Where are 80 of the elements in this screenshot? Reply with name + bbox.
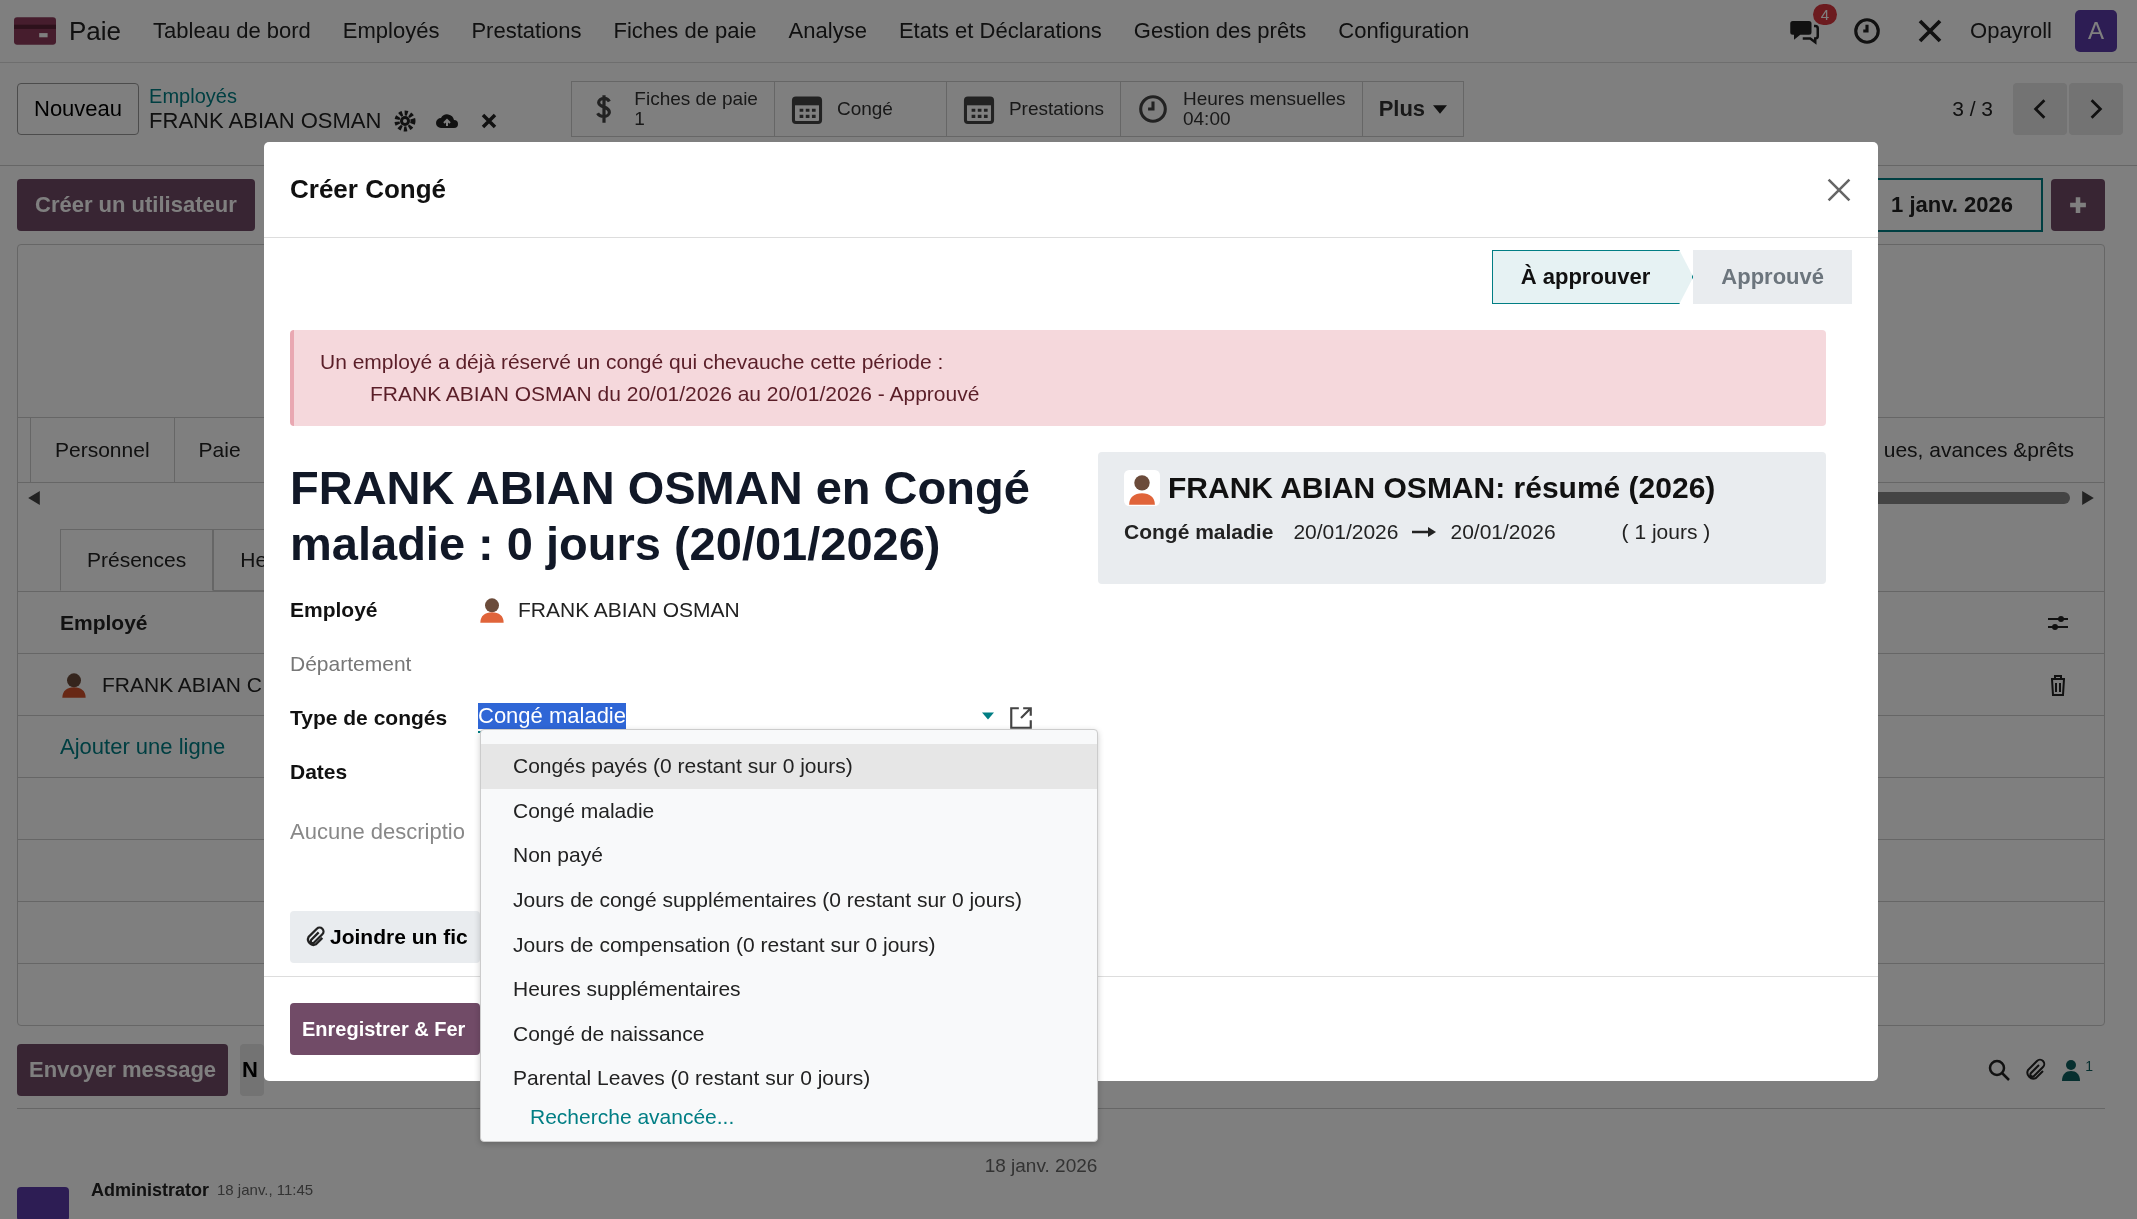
menu-item[interactable]: Gestion des prêts (1133, 18, 1307, 44)
next-button[interactable] (2069, 83, 2123, 135)
arrow-right-icon (1412, 526, 1437, 538)
dropdown-option[interactable]: Parental Leaves (0 restant sur 0 jours) (481, 1056, 1097, 1101)
notification-badge: 4 (1812, 4, 1838, 25)
add-button[interactable] (2051, 179, 2105, 231)
alert-message: Un employé a déjà réservé un congé qui chevauche cette période : (320, 350, 945, 374)
paperclip-icon[interactable] (2023, 1058, 2048, 1082)
leave-duration: ( 1 jours ) (1621, 520, 1711, 544)
follower-count: 1 (2085, 1058, 2093, 1074)
message-author: Administrator (91, 1179, 209, 1201)
sub-tab[interactable]: Présences (60, 529, 214, 591)
end-date: 20/01/2026 (1450, 520, 1556, 544)
menu-item[interactable]: Fiches de paie (613, 18, 757, 44)
clock-icon[interactable] (1852, 16, 1883, 46)
calendar-icon (790, 93, 823, 125)
chevron-right-icon (2089, 98, 2103, 120)
menu-item[interactable]: Prestations (471, 18, 582, 44)
field-label: Employé (290, 597, 379, 622)
record-name: FRANK ABIAN OSMAN (149, 107, 382, 134)
employee-value[interactable]: FRANK ABIAN OSMAN (518, 597, 740, 622)
dropdown-option[interactable]: Congé de naissance (481, 1011, 1097, 1057)
app-logo-icon[interactable] (14, 17, 56, 45)
dropdown-option[interactable]: Jours de congé supplémentaires (0 restant sur 0 jours) (481, 877, 1097, 923)
field-label: Type de congés (290, 705, 449, 730)
scroll-left-icon[interactable] (28, 491, 40, 505)
previous-button[interactable] (2013, 83, 2067, 135)
create-user-button[interactable]: Créer un utilisateur (17, 179, 255, 231)
tab[interactable]: Personnel (30, 418, 174, 482)
caret-icon (1433, 104, 1448, 114)
person-avatar-icon (60, 670, 88, 699)
calendar-icon (962, 93, 995, 125)
status-step[interactable]: Approuvé (1693, 250, 1852, 304)
pager-value: 3 / 3 (1952, 97, 1993, 121)
dropdown-option[interactable]: Jours de compensation (0 restant sur 0 jours) (481, 922, 1097, 967)
dropdown-option[interactable]: Heures supplémentaires (481, 966, 1097, 1012)
dropdown-option[interactable]: Congé maladie (481, 788, 1097, 834)
add-line-link[interactable]: Ajouter une ligne (60, 733, 226, 760)
menu-item[interactable]: Etats et Déclarations (898, 18, 1102, 44)
attach-file-button[interactable]: Joindre un fic (290, 910, 480, 963)
leave-type: Congé maladie (1124, 520, 1274, 544)
chevron-left-icon (2033, 98, 2047, 120)
field-label: Département (290, 651, 413, 676)
caret-icon (982, 711, 994, 720)
dropdown-option[interactable]: Congés payés (0 restant sur 0 jours) (481, 744, 1097, 789)
alert-detail: FRANK ABIAN OSMAN du 20/01/2026 au 20/01/2026 - Approuvé (369, 382, 981, 406)
message-time: 18 janv., 11:45 (217, 1180, 314, 1200)
send-message-button[interactable]: Envoyer message (17, 1044, 229, 1096)
plus-icon (2069, 196, 2087, 214)
dropdown-option[interactable]: Non payé (481, 833, 1097, 878)
app-name[interactable]: Paie (69, 15, 122, 47)
scroll-right-icon[interactable] (2082, 491, 2094, 505)
save-close-button[interactable]: Enregistrer & Fer (290, 1003, 480, 1055)
menu-item[interactable]: Tableau de bord (153, 18, 311, 44)
dialog-title: Créer Congé (290, 174, 447, 205)
table-cell: FRANK ABIAN C (102, 672, 262, 697)
clock-icon (1137, 93, 1169, 125)
author-avatar (17, 1187, 69, 1219)
company-name[interactable]: Opayroll (1970, 18, 2052, 44)
column-header[interactable]: Employé (60, 610, 148, 635)
external-link-icon[interactable] (1008, 704, 1034, 731)
breadcrumb-link[interactable]: Employés (149, 84, 502, 108)
new-button[interactable]: Nouveau (17, 83, 140, 135)
log-note-button[interactable]: N (240, 1044, 264, 1096)
field-label: Dates (290, 759, 349, 784)
date-separator: 18 janv. 2026 (984, 1155, 1098, 1177)
paperclip-icon (304, 925, 326, 948)
advanced-search-link[interactable]: Recherche avancée... (530, 1104, 735, 1129)
close-icon[interactable] (1826, 176, 1852, 203)
person-avatar-icon (478, 595, 506, 624)
menu-item[interactable]: Configuration (1338, 18, 1470, 44)
menu-item[interactable]: Analyse (788, 18, 867, 44)
person-avatar-icon (1124, 470, 1160, 506)
user-avatar[interactable]: A (2075, 10, 2117, 52)
status-step[interactable]: À approuver (1491, 250, 1694, 304)
start-date: 20/01/2026 (1293, 520, 1399, 544)
menu-item[interactable]: Employés (342, 18, 440, 44)
search-icon[interactable] (1987, 1058, 2012, 1082)
summary-title: FRANK ABIAN OSMAN: résumé (2026) (1168, 471, 1716, 505)
gear-icon[interactable] (393, 108, 418, 133)
